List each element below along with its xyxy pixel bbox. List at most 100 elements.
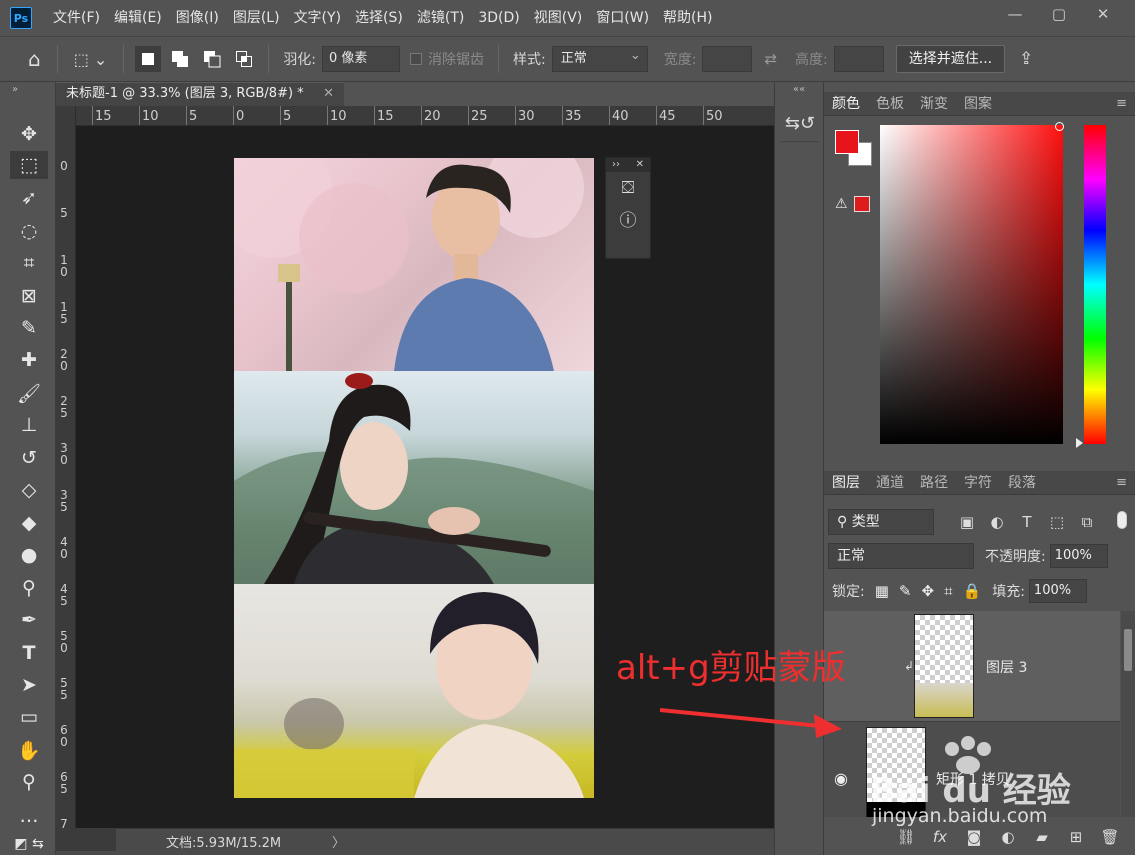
move-tool-icon[interactable]: ✥	[10, 120, 48, 148]
menu-file[interactable]: 文件(F)	[46, 0, 107, 36]
gamut-swatch[interactable]	[854, 196, 870, 212]
close-button[interactable]: ✕	[1081, 0, 1125, 28]
tab-swatches[interactable]: 色板	[868, 92, 912, 116]
lock-all-icon[interactable]: 🔒	[963, 582, 982, 600]
healing-brush-tool-icon[interactable]: ✚	[10, 346, 48, 374]
filter-toggle[interactable]	[1117, 511, 1127, 529]
layer-name[interactable]: 图层 3	[986, 657, 1027, 677]
style-select[interactable]: 正常	[551, 44, 648, 72]
lock-position-icon[interactable]: ✥	[921, 582, 934, 600]
menu-edit[interactable]: 编辑(E)	[107, 0, 169, 36]
color-picker-marker[interactable]	[1055, 122, 1064, 131]
share-icon[interactable]: ⇪	[1019, 49, 1033, 69]
tab-channels[interactable]: 通道	[868, 471, 912, 495]
document-tab[interactable]: 未标题-1 @ 33.3% (图层 3, RGB/8#) * ✕	[56, 82, 344, 106]
scroll-thumb[interactable]	[1124, 629, 1132, 671]
saturation-value-field[interactable]	[880, 125, 1063, 444]
hue-slider[interactable]	[1084, 125, 1106, 444]
crop-tool-icon[interactable]: ⌗	[10, 249, 48, 277]
tab-paths[interactable]: 路径	[912, 471, 956, 495]
home-icon[interactable]: ⌂	[28, 47, 41, 71]
select-and-mask-button[interactable]: 选择并遮住...	[895, 45, 1006, 73]
menu-help[interactable]: 帮助(H)	[656, 0, 719, 36]
menu-select[interactable]: 选择(S)	[348, 0, 410, 36]
dodge-tool-icon[interactable]: ⚲	[10, 574, 48, 602]
menu-layer[interactable]: 图层(L)	[226, 0, 287, 36]
brush-tool-icon[interactable]: 🖌	[10, 379, 48, 407]
add-selection-button[interactable]	[167, 46, 193, 72]
layer-style-icon[interactable]: fx	[923, 828, 957, 846]
paint-bucket-tool-icon[interactable]: ◆	[10, 509, 48, 537]
type-filter-icon[interactable]: T	[1012, 513, 1042, 531]
menu-type[interactable]: 文字(Y)	[287, 0, 348, 36]
feather-input[interactable]: 0 像素	[322, 46, 401, 72]
new-selection-button[interactable]	[135, 46, 162, 72]
history-brush-tool-icon[interactable]: ↺	[10, 444, 48, 472]
quick-select-tool-icon[interactable]: ◌	[10, 217, 48, 245]
tab-layers[interactable]: 图层	[824, 471, 868, 495]
collapse-icon[interactable]: »	[12, 84, 18, 95]
history-panel-icon[interactable]: ⇆↺	[781, 106, 819, 142]
adjustment-filter-icon[interactable]: ◐	[982, 513, 1012, 531]
marquee-preset-icon[interactable]: ⬚ ⌄	[74, 50, 108, 69]
minimize-button[interactable]: —	[993, 0, 1037, 28]
blur-tool-icon[interactable]: ●	[10, 541, 48, 569]
path-select-tool-icon[interactable]: ➤	[10, 671, 48, 699]
lock-artboard-icon[interactable]: ⌗	[944, 582, 952, 600]
type-tool-icon[interactable]: T	[10, 639, 48, 667]
menu-image[interactable]: 图像(I)	[169, 0, 226, 36]
menu-view[interactable]: 视图(V)	[527, 0, 590, 36]
adjustment-layer-icon[interactable]: ◐	[991, 828, 1025, 846]
width-input[interactable]	[702, 46, 753, 72]
eraser-tool-icon[interactable]: ◇	[10, 476, 48, 504]
close-document-icon[interactable]: ✕	[323, 83, 334, 105]
hue-slider-handle[interactable]	[1076, 438, 1083, 448]
delete-layer-icon[interactable]: 🗑	[1093, 828, 1127, 846]
layers-scrollbar[interactable]	[1121, 611, 1135, 817]
layer-filter-select[interactable]: ⚲ 类型	[828, 509, 934, 535]
restore-button[interactable]: ▢	[1037, 0, 1081, 28]
antialias-checkbox[interactable]	[410, 53, 423, 65]
new-group-icon[interactable]: ▰	[1025, 828, 1059, 846]
height-input[interactable]	[833, 46, 884, 72]
layer-row-layer-3[interactable]: ↲ 图层 3	[824, 611, 1120, 722]
pixel-filter-icon[interactable]: ▣	[952, 513, 982, 531]
close-mini-panel-icon[interactable]: ✕	[636, 158, 644, 172]
info-icon[interactable]: ⓘ	[606, 206, 650, 231]
lasso-tool-icon[interactable]: ➶	[10, 184, 48, 212]
fill-input[interactable]: 100%	[1028, 579, 1087, 603]
hand-tool-icon[interactable]: ✋	[10, 736, 48, 764]
3d-properties-icon[interactable]: ⛋	[606, 178, 650, 198]
tab-gradients[interactable]: 渐变	[912, 92, 956, 116]
smart-object-filter-icon[interactable]: ⧉	[1072, 513, 1102, 531]
menu-3d[interactable]: 3D(D)	[471, 0, 526, 36]
panel-menu-icon[interactable]: ≡	[1116, 471, 1127, 495]
zoom-field[interactable]	[56, 829, 116, 851]
subtract-selection-button[interactable]	[199, 46, 225, 72]
tab-paragraph[interactable]: 段落	[1000, 471, 1044, 495]
shape-filter-icon[interactable]: ⬚	[1042, 513, 1072, 531]
tab-color[interactable]: 颜色	[824, 92, 868, 116]
expand-icon[interactable]: ››	[612, 158, 620, 172]
panel-menu-icon[interactable]: ≡	[1116, 92, 1127, 116]
blend-mode-select[interactable]: 正常	[828, 543, 974, 569]
frame-tool-icon[interactable]: ⊠	[10, 282, 48, 310]
pen-tool-icon[interactable]: ✒	[10, 606, 48, 634]
link-layers-icon[interactable]: ⛓	[889, 828, 923, 846]
swap-icon[interactable]: ⇄	[764, 50, 777, 68]
intersect-selection-button[interactable]	[231, 46, 257, 72]
collapse-dock-icon[interactable]: ««	[793, 84, 805, 95]
add-mask-icon[interactable]: ◙	[957, 828, 991, 846]
eye-icon[interactable]: ◉	[834, 769, 848, 788]
tab-character[interactable]: 字符	[956, 471, 1000, 495]
more-tools-icon[interactable]: …	[10, 802, 48, 830]
tab-patterns[interactable]: 图案	[956, 92, 1000, 116]
rectangle-tool-icon[interactable]: ▭	[10, 703, 48, 731]
foreground-color-swatch[interactable]	[835, 130, 859, 154]
eyedropper-tool-icon[interactable]: ✎	[10, 314, 48, 342]
status-menu-arrow-icon[interactable]: 〉	[332, 832, 345, 851]
menu-filter[interactable]: 滤镜(T)	[410, 0, 471, 36]
lock-transparent-icon[interactable]: ▦	[875, 582, 889, 600]
zoom-tool-icon[interactable]: ⚲	[10, 768, 48, 796]
opacity-input[interactable]: 100%	[1049, 544, 1108, 568]
